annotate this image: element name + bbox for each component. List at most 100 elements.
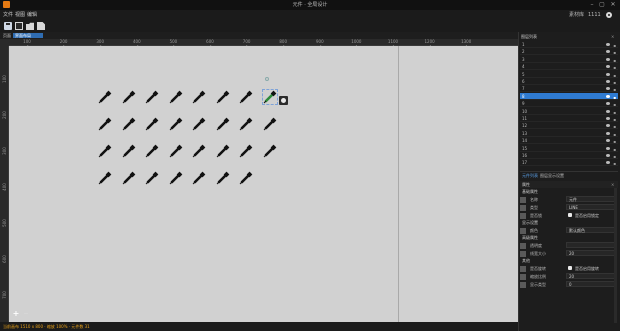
layer-row[interactable]: 9 ▪ (520, 100, 618, 108)
visibility-eye-icon[interactable] (606, 124, 610, 128)
zoom-out-button[interactable]: − (22, 310, 30, 318)
visibility-eye-icon[interactable] (606, 109, 610, 113)
layer-row[interactable]: 3 ▪ (520, 56, 618, 63)
visibility-eye-icon[interactable] (606, 87, 610, 91)
visibility-eye-icon[interactable] (606, 57, 610, 61)
layer-row[interactable]: 4 ▪ (520, 63, 618, 71)
component-icon[interactable] (169, 144, 183, 158)
layer-row[interactable]: 2 ▪ (520, 48, 618, 56)
properties-scrollbar[interactable] (614, 188, 617, 323)
asset-library-label[interactable]: 素材库 (569, 10, 584, 20)
property-group-label[interactable]: 显示设置 (522, 220, 538, 226)
component-icon[interactable] (169, 171, 183, 185)
component-icon[interactable] (145, 90, 159, 104)
design-canvas[interactable] (9, 46, 518, 322)
layer-row[interactable]: 8 ▪ (520, 92, 618, 100)
zoom-in-button[interactable]: + (12, 310, 20, 318)
component-icon[interactable] (98, 144, 112, 158)
component-icon[interactable] (169, 90, 183, 104)
tab-layer-display[interactable]: 图层显示设置 (540, 172, 564, 179)
layer-row[interactable]: 15 ▪ (520, 145, 618, 152)
component-icon[interactable] (239, 144, 253, 158)
layer-row[interactable]: 12 ▪ (520, 122, 618, 130)
component-icon[interactable] (192, 117, 206, 131)
component-icon[interactable] (98, 171, 112, 185)
property-value-field[interactable]: LINE (566, 204, 616, 210)
component-icon[interactable] (216, 171, 230, 185)
settings-gear-icon[interactable] (606, 12, 612, 18)
property-checkbox[interactable] (568, 213, 572, 217)
property-value-field[interactable] (566, 242, 616, 248)
export-icon[interactable] (37, 22, 45, 30)
properties-close-button[interactable]: × (611, 181, 614, 188)
visibility-eye-icon[interactable] (606, 80, 610, 83)
component-icon[interactable] (192, 171, 206, 185)
new-file-icon[interactable] (15, 22, 23, 30)
tab-component-list[interactable]: 元件列表 (522, 172, 538, 179)
visibility-eye-icon[interactable] (606, 117, 610, 120)
layer-row[interactable]: 5 ▪ (520, 71, 618, 78)
component-icon[interactable] (98, 90, 112, 104)
save-icon[interactable] (4, 22, 12, 30)
component-menu-icon[interactable] (279, 96, 288, 105)
component-icon[interactable] (216, 117, 230, 131)
visibility-eye-icon[interactable] (606, 94, 610, 98)
layer-row[interactable]: 1 ▪ (520, 41, 618, 48)
property-value-field[interactable]: 20 (566, 250, 616, 256)
visibility-eye-icon[interactable] (606, 102, 610, 106)
layers-panel-close-button[interactable]: × (611, 33, 614, 40)
visibility-eye-icon[interactable] (606, 72, 610, 76)
visibility-eye-icon[interactable] (606, 146, 610, 150)
visibility-eye-icon[interactable] (606, 161, 610, 165)
rotate-handle[interactable] (265, 77, 269, 81)
property-checkbox[interactable] (568, 266, 572, 270)
layer-row[interactable]: 16 ▪ (520, 152, 618, 159)
visibility-eye-icon[interactable] (606, 131, 610, 135)
layer-row[interactable]: 10 ▪ (520, 108, 618, 115)
visibility-eye-icon[interactable] (606, 43, 610, 46)
selected-component-icon[interactable] (261, 89, 278, 105)
menu-item-edit[interactable]: 编辑 (27, 10, 37, 20)
property-group-label[interactable]: 基础属性 (522, 189, 538, 195)
component-icon[interactable] (122, 171, 136, 185)
property-group-label[interactable]: 高级属性 (522, 235, 538, 241)
property-value-field[interactable]: 默认颜色 (566, 227, 616, 233)
minimize-button[interactable]: – (588, 0, 596, 10)
component-icon[interactable] (98, 117, 112, 131)
layer-row[interactable]: 17 ▪ (520, 159, 618, 167)
component-icon[interactable] (145, 117, 159, 131)
component-icon[interactable] (216, 90, 230, 104)
layer-row[interactable]: 6 ▪ (520, 78, 618, 85)
component-icon[interactable] (192, 90, 206, 104)
component-icon[interactable] (263, 117, 277, 131)
component-icon[interactable] (216, 144, 230, 158)
menu-item-file[interactable]: 文件 (3, 10, 13, 20)
property-value-field[interactable]: 20 (566, 273, 616, 279)
visibility-eye-icon[interactable] (606, 50, 610, 54)
restore-button[interactable]: ▢ (598, 0, 606, 10)
visibility-eye-icon[interactable] (606, 139, 610, 143)
visibility-eye-icon[interactable] (606, 154, 610, 157)
close-button[interactable]: ✕ (609, 0, 617, 10)
layer-row[interactable]: 7 ▪ (520, 85, 618, 93)
layer-row[interactable]: 14 ▪ (520, 137, 618, 145)
component-icon[interactable] (145, 144, 159, 158)
component-icon[interactable] (122, 90, 136, 104)
lock-icon[interactable]: ▪ (613, 160, 616, 167)
component-icon[interactable] (122, 117, 136, 131)
menu-item-view[interactable]: 视图 (15, 10, 25, 20)
component-icon[interactable] (145, 171, 159, 185)
component-icon[interactable] (263, 144, 277, 158)
visibility-eye-icon[interactable] (606, 65, 610, 69)
component-icon[interactable] (192, 144, 206, 158)
property-group-label[interactable]: 其他 (522, 258, 530, 264)
component-icon[interactable] (239, 90, 253, 104)
component-icon[interactable] (239, 171, 253, 185)
layer-row[interactable]: 13 ▪ (520, 130, 618, 137)
property-value-field[interactable]: 0 (566, 281, 616, 287)
component-icon[interactable] (122, 144, 136, 158)
property-value-field[interactable]: 元件 (566, 196, 616, 202)
component-icon[interactable] (169, 117, 183, 131)
component-icon[interactable] (239, 117, 253, 131)
layer-row[interactable]: 11 ▪ (520, 115, 618, 122)
